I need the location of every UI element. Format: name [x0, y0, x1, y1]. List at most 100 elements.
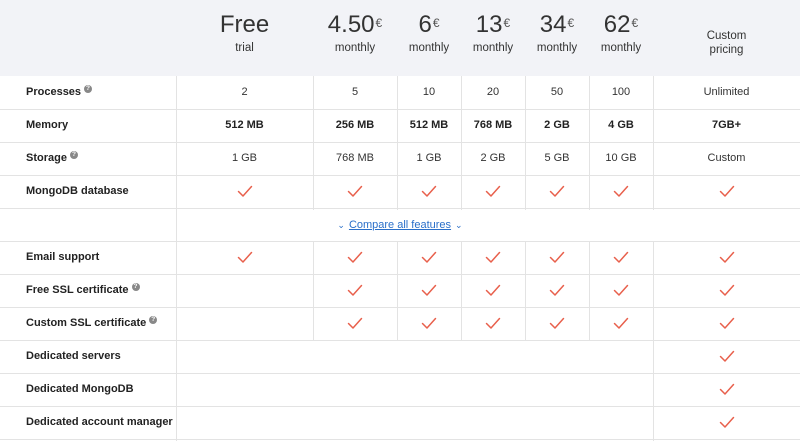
chevron-down-icon[interactable]: ⌄ — [455, 220, 463, 230]
cell-check — [589, 307, 653, 340]
help-icon[interactable]: ? — [84, 85, 93, 93]
plan-price: 13€ — [475, 11, 511, 38]
cell-value: 2 GB — [480, 152, 506, 164]
cell-check — [525, 406, 589, 439]
cell-check — [313, 274, 397, 307]
cell-value: 100 — [611, 86, 631, 98]
cell-check — [397, 406, 461, 439]
cell-check — [461, 307, 525, 340]
checkmark-icon — [549, 251, 565, 263]
cell-value: 10 — [422, 86, 436, 98]
cell-check — [397, 307, 461, 340]
cell-value: 512 MB — [409, 119, 449, 131]
help-icon[interactable]: ? — [131, 283, 140, 291]
cell-check — [313, 175, 397, 208]
cell-check — [653, 241, 800, 274]
cell-check — [176, 175, 313, 208]
row-label: Dedicated account manager — [26, 416, 173, 428]
cell-check — [176, 307, 313, 340]
cell-check — [176, 241, 313, 274]
checkmark-icon — [719, 416, 734, 428]
cell-check — [397, 175, 461, 208]
cell-check — [176, 340, 313, 373]
row-label: Dedicated servers — [26, 350, 121, 362]
cell-value: 4 GB — [608, 119, 634, 131]
plan-period: monthly — [472, 42, 514, 54]
row-divider — [0, 439, 800, 440]
plan-62: 62€ monthly — [589, 0, 653, 76]
row-storage: Storage? 1 GB 768 MB 1 GB 2 GB 5 GB 10 G… — [0, 142, 800, 175]
cell-check — [313, 373, 397, 406]
row-label: Free SSL certificate? — [26, 274, 140, 307]
row-label: Custom SSL certificate? — [26, 307, 158, 340]
checkmark-icon — [719, 350, 734, 362]
cell-check — [461, 241, 525, 274]
currency-symbol: € — [375, 16, 383, 30]
compare-features-row: ⌄ Compare all features ⌄ — [0, 209, 800, 242]
cell-value: Unlimited — [703, 86, 750, 98]
cell-value: 5 — [351, 86, 359, 98]
cell-value: 2 — [241, 86, 248, 98]
row-memory: Memory 512 MB 256 MB 512 MB 768 MB 2 GB … — [0, 109, 800, 142]
checkmark-icon — [719, 185, 734, 197]
cell-value: 7GB+ — [711, 119, 742, 131]
cell-check — [525, 307, 589, 340]
row-processes: Processes? 2 5 10 20 50 100 Unlimited — [0, 76, 800, 109]
cell-check — [525, 340, 589, 373]
checkmark-icon — [719, 251, 734, 263]
plan-period: trial — [235, 42, 254, 54]
help-icon[interactable]: ? — [69, 151, 78, 159]
checkmark-icon — [347, 251, 363, 263]
row-dedicated-servers: Dedicated servers — [0, 340, 800, 373]
checkmark-icon — [421, 317, 437, 329]
cell-check — [589, 406, 653, 439]
cell-check — [653, 307, 800, 340]
checkmark-icon — [719, 383, 734, 395]
cell-check — [525, 373, 589, 406]
plan-34: 34€ monthly — [525, 0, 589, 76]
row-label: Dedicated MongoDB — [26, 383, 134, 395]
plan-price: 34€ — [539, 11, 575, 38]
cell-check — [589, 274, 653, 307]
cell-check — [461, 406, 525, 439]
cell-value: 20 — [486, 86, 500, 98]
cell-check — [313, 406, 397, 439]
cell-value: 1 GB — [416, 152, 442, 164]
help-icon[interactable]: ? — [149, 316, 158, 324]
checkmark-icon — [613, 317, 629, 329]
plan-13: 13€ monthly — [461, 0, 525, 76]
plan-price: 4.50€ — [327, 11, 383, 38]
row-custom-ssl-certificate: Custom SSL certificate? — [0, 307, 800, 340]
checkmark-icon — [421, 185, 437, 197]
cell-value: 768 MB — [336, 152, 374, 164]
cell-check — [589, 175, 653, 208]
cell-value: 768 MB — [473, 119, 513, 131]
currency-symbol: € — [567, 16, 575, 30]
cell-check — [653, 406, 800, 439]
cell-check — [653, 340, 800, 373]
cell-check — [313, 307, 397, 340]
checkmark-icon — [485, 317, 501, 329]
checkmark-icon — [485, 284, 501, 296]
row-mongodb-database: MongoDB database — [0, 175, 800, 208]
chevron-down-icon[interactable]: ⌄ — [337, 220, 345, 230]
compare-all-features-link[interactable]: Compare all features — [349, 219, 451, 231]
checkmark-icon — [613, 185, 629, 197]
cell-check — [176, 373, 313, 406]
plan-price: 62€ — [603, 11, 639, 38]
currency-symbol: € — [432, 16, 440, 30]
plan-period: Custom pricing — [706, 30, 747, 56]
checkmark-icon — [719, 284, 734, 296]
checkmark-icon — [613, 251, 629, 263]
cell-check — [525, 241, 589, 274]
cell-check — [653, 175, 800, 208]
row-label: Memory — [26, 119, 69, 131]
cell-check — [589, 241, 653, 274]
cell-check — [461, 340, 525, 373]
cell-check — [589, 340, 653, 373]
row-label: Storage? — [26, 142, 78, 175]
cell-value: 2 GB — [544, 119, 570, 131]
cell-check — [461, 175, 525, 208]
cell-value: 5 GB — [544, 152, 570, 164]
cell-value: 512 MB — [225, 119, 264, 131]
